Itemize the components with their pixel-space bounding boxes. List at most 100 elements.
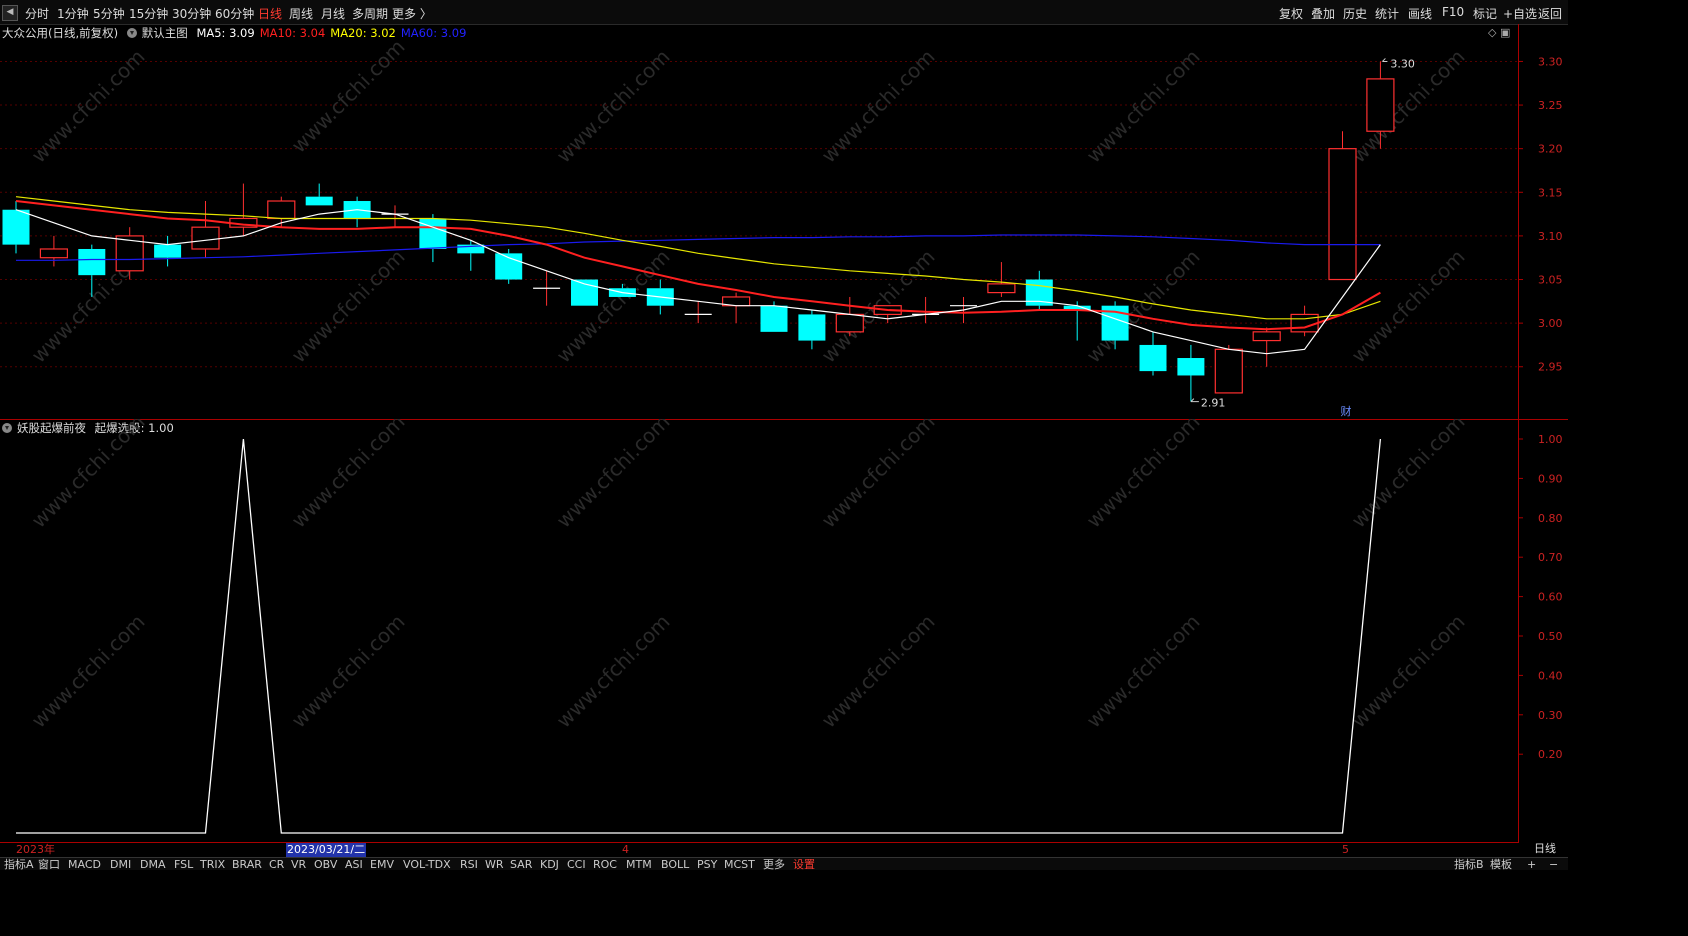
candle xyxy=(798,310,826,350)
indicator-tab-25[interactable]: 设置 xyxy=(793,858,815,870)
candlestick-chart: 3.30 3.25 3.20 3.15 3.10 3.05 3.00 2.95 www.cfch… xyxy=(0,24,1568,420)
toolbar-button-8[interactable]: 返回 xyxy=(1538,5,1562,22)
period-tab-7[interactable]: 周线 xyxy=(289,5,313,22)
candle-body-down xyxy=(419,218,447,249)
indicator-tab-4[interactable]: DMA xyxy=(140,858,166,870)
watermark-text: www.cfchi.com xyxy=(1347,610,1470,733)
watermark-text: www.cfchi.com xyxy=(817,610,940,733)
toolbar-button-3[interactable]: 统计 xyxy=(1375,5,1399,22)
indicator-tab-11[interactable]: ASI xyxy=(345,858,363,870)
toolbar-button-4[interactable]: 画线 xyxy=(1408,5,1432,22)
candle xyxy=(39,235,69,267)
indicator-tab-1[interactable]: 窗口 xyxy=(38,858,60,870)
toolbar-button-5[interactable]: F10 xyxy=(1442,5,1464,19)
indicator-chart: 1.00 0.90 0.80 0.70 0.60 0.50 0.40 0.30 0.20 www.… xyxy=(16,419,1563,843)
period-tab-2[interactable]: 5分钟 xyxy=(93,5,125,22)
indicator-tab-23[interactable]: MCST xyxy=(724,858,755,870)
period-tab-8[interactable]: 月线 xyxy=(321,5,345,22)
watermark-text: www.cfchi.com xyxy=(1347,419,1470,533)
y-tick-label: 3.20 xyxy=(1538,143,1563,156)
indicator-tab-19[interactable]: ROC xyxy=(593,858,617,870)
indicator-tab-24[interactable]: 更多 xyxy=(763,858,785,870)
candle-body-down xyxy=(154,244,182,258)
watermark-text: www.cfchi.com xyxy=(817,419,940,533)
candle-body-up xyxy=(835,313,864,333)
candle xyxy=(229,183,258,236)
bottom-right-button-1[interactable]: 模板 xyxy=(1490,858,1512,870)
candle xyxy=(1177,344,1205,402)
indicator-tab-20[interactable]: MTM xyxy=(626,858,652,870)
candle xyxy=(495,248,523,284)
watermark-text: www.cfchi.com xyxy=(552,610,675,733)
y-tick-label: 0.20 xyxy=(1538,748,1563,761)
candle xyxy=(419,214,447,263)
candle-body-up xyxy=(1366,78,1395,132)
chevron-left-icon[interactable]: ◀ xyxy=(2,5,18,21)
candle-body-up xyxy=(1328,148,1357,281)
high-price-label: 3.30 xyxy=(1390,57,1415,70)
period-tab-4[interactable]: 30分钟 xyxy=(172,5,211,22)
y-tick-label: 0.80 xyxy=(1538,512,1563,525)
candle xyxy=(191,201,220,258)
bottom-right-button-0[interactable]: 指标B xyxy=(1454,858,1484,870)
candle xyxy=(1290,305,1319,337)
toolbar-button-0[interactable]: 复权 xyxy=(1279,5,1303,22)
indicator-tab-22[interactable]: PSY xyxy=(697,858,717,870)
y-tick-label: 0.30 xyxy=(1538,709,1563,722)
toolbar-button-1[interactable]: 叠加 xyxy=(1311,5,1335,22)
watermark-text: www.cfchi.com xyxy=(1082,610,1205,733)
candle xyxy=(1252,327,1281,367)
indicator-tab-21[interactable]: BOLL xyxy=(661,858,689,870)
candle xyxy=(2,201,30,254)
finance-badge: 财 xyxy=(1341,404,1352,418)
candle xyxy=(1025,270,1053,311)
candle-body-up xyxy=(987,283,1016,294)
y-tick-label: 3.05 xyxy=(1538,274,1563,287)
y-tick-label: 0.50 xyxy=(1538,630,1563,643)
watermark-text: www.cfchi.com xyxy=(552,245,675,368)
period-tab-0[interactable]: 分时 xyxy=(25,5,49,22)
toolbar-button-6[interactable]: 标记 xyxy=(1473,5,1497,22)
candle xyxy=(1214,344,1243,394)
indicator-tab-3[interactable]: DMI xyxy=(110,858,131,870)
candle-body-down xyxy=(1177,358,1205,376)
indicator-tab-17[interactable]: KDJ xyxy=(540,858,559,870)
bottom-right-button-3[interactable]: − xyxy=(1549,858,1558,870)
period-tab-1[interactable]: 1分钟 xyxy=(57,5,89,22)
indicator-tab-12[interactable]: EMV xyxy=(370,858,394,870)
indicator-tab-16[interactable]: SAR xyxy=(510,858,532,870)
indicator-tab-8[interactable]: CR xyxy=(269,858,284,870)
candle-body-up xyxy=(1252,331,1281,342)
candle xyxy=(305,183,333,206)
candle-body-down xyxy=(78,248,106,276)
indicator-tab-5[interactable]: FSL xyxy=(174,858,193,870)
indicator-tab-0[interactable]: 指标A xyxy=(4,858,34,870)
indicator-tabbar: 指标A 窗口 MACD DMI DMA FSL TRIX BRAR CR VR OBV ASI EMV V… xyxy=(0,857,1568,870)
period-tab-5[interactable]: 60分钟 xyxy=(215,5,254,22)
bottom-right-button-2[interactable]: + xyxy=(1527,858,1536,870)
y-tick-label: 2.95 xyxy=(1538,361,1563,374)
period-tab-6[interactable]: 日线 xyxy=(258,5,282,22)
y-tick-label: 3.10 xyxy=(1538,230,1563,243)
watermark-text: www.cfchi.com xyxy=(552,419,675,533)
indicator-tab-15[interactable]: WR xyxy=(485,858,504,870)
period-tab-10[interactable]: 更多 〉 xyxy=(392,5,432,22)
y-tick-label: 3.15 xyxy=(1538,186,1563,199)
candle xyxy=(343,196,371,228)
period-tab-9[interactable]: 多周期 xyxy=(352,5,388,22)
indicator-tab-7[interactable]: BRAR xyxy=(232,858,262,870)
indicator-tab-6[interactable]: TRIX xyxy=(200,858,225,870)
candle-body-up xyxy=(1214,348,1243,394)
candle xyxy=(533,270,561,306)
period-button[interactable]: 日线 xyxy=(1522,842,1568,856)
toolbar-button-7[interactable]: +自选 xyxy=(1503,5,1537,22)
toolbar-button-2[interactable]: 历史 xyxy=(1343,5,1367,22)
period-tab-3[interactable]: 15分钟 xyxy=(129,5,168,22)
indicator-tab-14[interactable]: RSI xyxy=(460,858,478,870)
y-axis-line xyxy=(1518,419,1519,843)
indicator-tab-10[interactable]: OBV xyxy=(314,858,337,870)
indicator-tab-9[interactable]: VR xyxy=(291,858,306,870)
indicator-tab-2[interactable]: MACD xyxy=(68,858,101,870)
indicator-tab-13[interactable]: VOL-TDX xyxy=(403,858,451,870)
indicator-tab-18[interactable]: CCI xyxy=(567,858,586,870)
